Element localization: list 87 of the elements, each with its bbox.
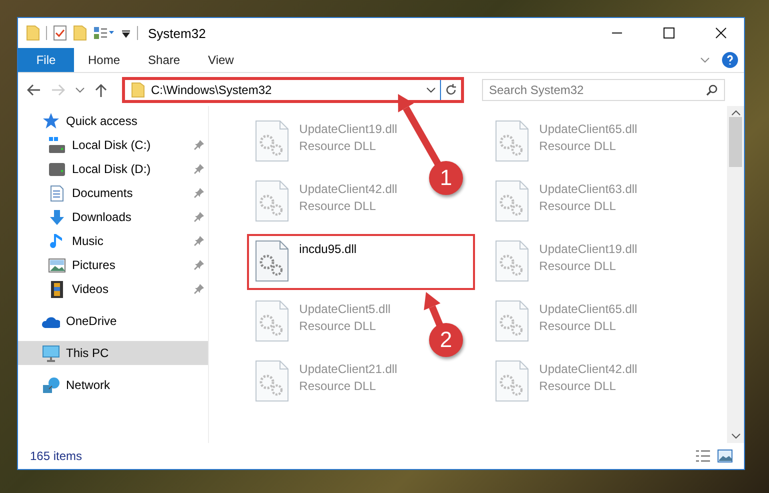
file-name: incdu95.dll: [299, 242, 357, 256]
picture-icon[interactable]: [717, 449, 733, 463]
pin-icon[interactable]: [194, 236, 204, 246]
scrollbar[interactable]: [727, 106, 744, 443]
pin-icon[interactable]: [194, 188, 204, 198]
sidebar-item[interactable]: Local Disk (C:): [18, 133, 208, 157]
document-icon: [48, 184, 66, 202]
window-title: System32: [148, 26, 207, 40]
file-name: UpdateClient21.dll: [299, 362, 398, 376]
file-type: Resource DLL: [539, 379, 617, 393]
sidebar-item[interactable]: Pictures: [18, 253, 208, 277]
file-name: UpdateClient65.dll: [539, 302, 638, 316]
customize-caret-icon[interactable]: [121, 28, 131, 38]
dll-file-icon: [495, 180, 530, 222]
download-arrow-icon: [48, 208, 66, 226]
file-type: Resource DLL: [539, 199, 617, 213]
ribbon-tab[interactable]: File: [18, 48, 74, 72]
file-name: UpdateClient63.dll: [539, 182, 638, 196]
dll-file-icon: [255, 300, 290, 342]
file-name: UpdateClient42.dll: [299, 182, 398, 196]
details-list-icon[interactable]: [695, 450, 711, 462]
address-bar[interactable]: C:\Windows\System32: [122, 76, 464, 102]
layout-icon[interactable]: [93, 26, 115, 40]
file-name: UpdateClient65.dll: [539, 122, 638, 136]
file-name: UpdateClient42.dll: [539, 362, 638, 376]
sidebar-item[interactable]: This PC: [18, 341, 208, 365]
pin-icon[interactable]: [194, 284, 204, 294]
ribbon-tab[interactable]: View: [194, 48, 248, 72]
help-icon[interactable]: [722, 52, 738, 68]
pin-icon[interactable]: [194, 164, 204, 174]
computer-icon: [42, 344, 60, 362]
film-icon: [48, 280, 66, 298]
refresh-icon[interactable]: [445, 84, 457, 96]
file-type: Resource DLL: [299, 199, 377, 213]
file-type: Resource DLL: [539, 319, 617, 333]
dll-file-icon: [495, 300, 530, 342]
scroll-down-icon[interactable]: [730, 433, 741, 439]
file-name: UpdateClient19.dll: [539, 242, 638, 256]
file-name: UpdateClient5.dll: [299, 302, 391, 316]
scroll-up-icon[interactable]: [730, 110, 741, 116]
step-marker: 2: [429, 323, 463, 357]
search-field[interactable]: Search System32: [482, 78, 725, 100]
dll-file-icon: [255, 180, 290, 222]
network-icon: [42, 376, 60, 394]
search-icon: [706, 84, 718, 96]
pin-icon[interactable]: [194, 260, 204, 270]
sidebar-item[interactable]: OneDrive: [18, 309, 208, 333]
back-arrow-icon[interactable]: [27, 84, 41, 96]
minimize-icon[interactable]: [611, 32, 623, 34]
scroll-thumb[interactable]: [729, 117, 742, 167]
dll-file-icon: [255, 240, 290, 282]
file-type: Resource DLL: [299, 319, 377, 333]
sidebar-item[interactable]: Downloads: [18, 205, 208, 229]
dll-file-icon: [255, 360, 290, 402]
sidebar-item[interactable]: Quick access: [18, 109, 208, 133]
item-count: 165 items: [30, 449, 84, 463]
dll-file-icon: [255, 120, 290, 162]
pin-icon[interactable]: [194, 140, 204, 150]
star-icon: [42, 112, 60, 130]
dll-file-icon: [495, 240, 530, 282]
pin-icon[interactable]: [194, 212, 204, 222]
properties-icon[interactable]: [53, 25, 67, 41]
sidebar-item[interactable]: Documents: [18, 181, 208, 205]
close-icon[interactable]: [715, 27, 727, 39]
file-name: UpdateClient19.dll: [299, 122, 398, 136]
dll-file-icon: [495, 360, 530, 402]
sidebar-item[interactable]: Videos: [18, 277, 208, 301]
file-type: Resource DLL: [299, 139, 377, 153]
sidebar-item[interactable]: Local Disk (D:): [18, 157, 208, 181]
chevron-down-icon[interactable]: [426, 86, 436, 92]
file-type: Resource DLL: [539, 259, 617, 273]
chevron-down-icon[interactable]: [75, 86, 85, 92]
ribbon-tab[interactable]: Home: [74, 48, 134, 72]
hard-drive-icon: [48, 160, 66, 178]
file-item[interactable]: incdu95.dll: [247, 234, 476, 290]
file-type: Resource DLL: [299, 379, 377, 393]
step-marker: 1: [429, 161, 463, 195]
up-arrow-icon[interactable]: [95, 82, 107, 96]
ribbon-tab[interactable]: Share: [134, 48, 194, 72]
sidebar-item[interactable]: Music: [18, 229, 208, 253]
picture-icon: [48, 256, 66, 274]
hard-drive-icon: [48, 136, 66, 154]
maximize-icon[interactable]: [663, 27, 675, 39]
address-path: C:\Windows\System32: [151, 82, 272, 96]
file-type: Resource DLL: [539, 139, 617, 153]
dll-file-icon: [495, 120, 530, 162]
sidebar-item[interactable]: Network: [18, 373, 208, 397]
